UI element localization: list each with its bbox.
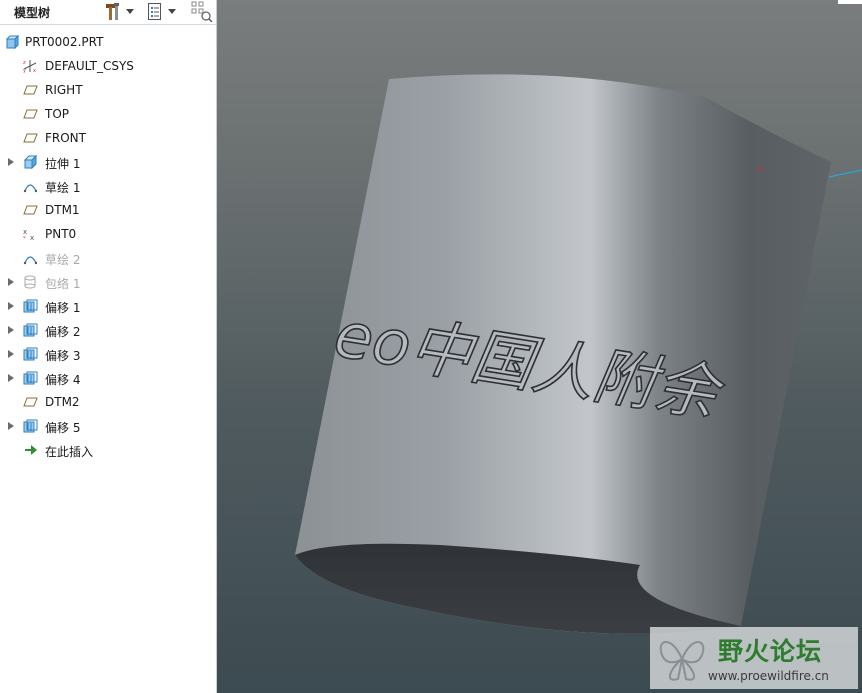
show-dropdown-arrow-icon [168, 9, 176, 14]
svg-text:x: x [33, 68, 36, 73]
tree-item-label: PNT0 [45, 227, 77, 241]
svg-text:x: x [30, 234, 34, 241]
tree-item-label: DTM1 [45, 203, 80, 217]
butterfly-logo-icon [659, 641, 705, 681]
tree-item-label: 偏移 2 [45, 325, 81, 339]
expand-arrow-icon[interactable] [8, 422, 14, 430]
tree-item-label: RIGHT [45, 83, 83, 97]
tree-item[interactable]: 偏移 2 [0, 318, 216, 342]
tree-filter-icon [191, 1, 213, 22]
tree-items: z x y DEFAULT_CSYS RIGHT TOP FRONT 拉伸 1 草绘 1 DTM1… [0, 54, 216, 462]
sketch-icon [23, 179, 38, 193]
tree-item[interactable]: 偏移 3 [0, 342, 216, 366]
tree-item[interactable]: 偏移 5 [0, 414, 216, 438]
csys-axis-line [828, 169, 862, 178]
tree-item[interactable]: 在此插入 [0, 438, 216, 462]
datum-plane-icon [23, 131, 38, 145]
tree-item-label: 偏移 1 [45, 301, 81, 315]
tree-item-label: 草绘 2 [45, 253, 81, 267]
offset-icon [23, 371, 38, 385]
tree-item-label: 包络 1 [45, 277, 81, 291]
model-tree-header: 模型树 [0, 0, 216, 25]
tree-filter-button[interactable] [191, 1, 213, 22]
tree-item[interactable]: 草绘 2 [0, 246, 216, 270]
expand-arrow-icon[interactable] [8, 350, 14, 358]
offset-icon [23, 299, 38, 313]
tree-item[interactable]: FRONT [0, 126, 216, 150]
tools-dropdown-arrow-icon [126, 9, 134, 14]
wrap-icon [23, 275, 38, 289]
datum-plane-icon [23, 107, 38, 121]
expand-arrow-icon[interactable] [8, 374, 14, 382]
tree-item[interactable]: TOP [0, 102, 216, 126]
tree-item-label: PRT0002.PRT [25, 35, 104, 49]
watermark: 野火论坛 www.proewildfire.cn [650, 627, 858, 689]
graphics-viewport[interactable]: eo中国人附余 [217, 0, 862, 693]
part-icon [5, 35, 19, 49]
tree-item-label: 在此插入 [45, 445, 94, 459]
tree-item-label: 偏移 3 [45, 349, 81, 363]
list-settings-icon [148, 3, 161, 20]
model-tree: PRT0002.PRT z x y DEFAULT_CSYS RIGHT TOP FRONT… [0, 30, 216, 462]
window-corner [838, 0, 862, 4]
tree-item-label: 拉伸 1 [45, 157, 81, 171]
tree-item-label: 偏移 4 [45, 373, 81, 387]
tree-item-label: TOP [45, 107, 70, 121]
datum-plane-icon [23, 83, 38, 97]
datum-point-icon: x x * [23, 227, 38, 242]
show-dropdown-button[interactable] [147, 2, 176, 21]
tree-item[interactable]: DTM2 [0, 390, 216, 414]
tree-root-item[interactable]: PRT0002.PRT [0, 30, 216, 54]
offset-icon [23, 347, 38, 361]
datum-plane-icon [23, 203, 38, 217]
expand-arrow-icon[interactable] [8, 158, 14, 166]
tree-item[interactable]: RIGHT [0, 78, 216, 102]
tree-item[interactable]: 草绘 1 [0, 174, 216, 198]
insert-here-arrow-icon [23, 443, 38, 457]
sketch-icon [23, 251, 38, 265]
tree-item-label: 草绘 1 [45, 181, 81, 195]
model-tree-panel: 模型树 PRT0002.PRT z x y DEFAULT_CSYS RIGHT… [0, 0, 217, 693]
svg-text:x: x [23, 228, 27, 236]
watermark-title: 野火论坛 [718, 637, 823, 666]
tree-item-label: FRONT [45, 131, 86, 145]
tools-dropdown-button[interactable] [103, 2, 134, 21]
tree-item[interactable]: 包络 1 [0, 270, 216, 294]
offset-icon [23, 323, 38, 337]
svg-text:*: * [23, 236, 26, 241]
tree-item[interactable]: 偏移 1 [0, 294, 216, 318]
hammer-wrench-icon [106, 3, 119, 20]
tree-item[interactable]: DTM1 [0, 198, 216, 222]
tree-item[interactable]: 拉伸 1 [0, 150, 216, 174]
tree-item-label: DTM2 [45, 395, 80, 409]
tree-item[interactable]: z x y DEFAULT_CSYS [0, 54, 216, 78]
svg-text:z: z [23, 60, 26, 66]
model-3d-view: eo中国人附余 [295, 74, 862, 634]
tree-item-label: 偏移 5 [45, 421, 81, 435]
datum-plane-icon [23, 395, 38, 409]
tree-item-label: DEFAULT_CSYS [45, 59, 134, 73]
svg-text:y: y [23, 68, 26, 73]
watermark-url: www.proewildfire.cn [708, 669, 829, 683]
extrude-icon [23, 154, 38, 170]
offset-icon [23, 419, 38, 433]
tree-item[interactable]: x x * PNT0 [0, 222, 216, 246]
model-tree-title: 模型树 [14, 6, 51, 20]
expand-arrow-icon[interactable] [8, 302, 14, 310]
expand-arrow-icon[interactable] [8, 326, 14, 334]
csys-icon: z x y [23, 59, 38, 74]
expand-arrow-icon[interactable] [8, 278, 14, 286]
tree-item[interactable]: 偏移 4 [0, 366, 216, 390]
